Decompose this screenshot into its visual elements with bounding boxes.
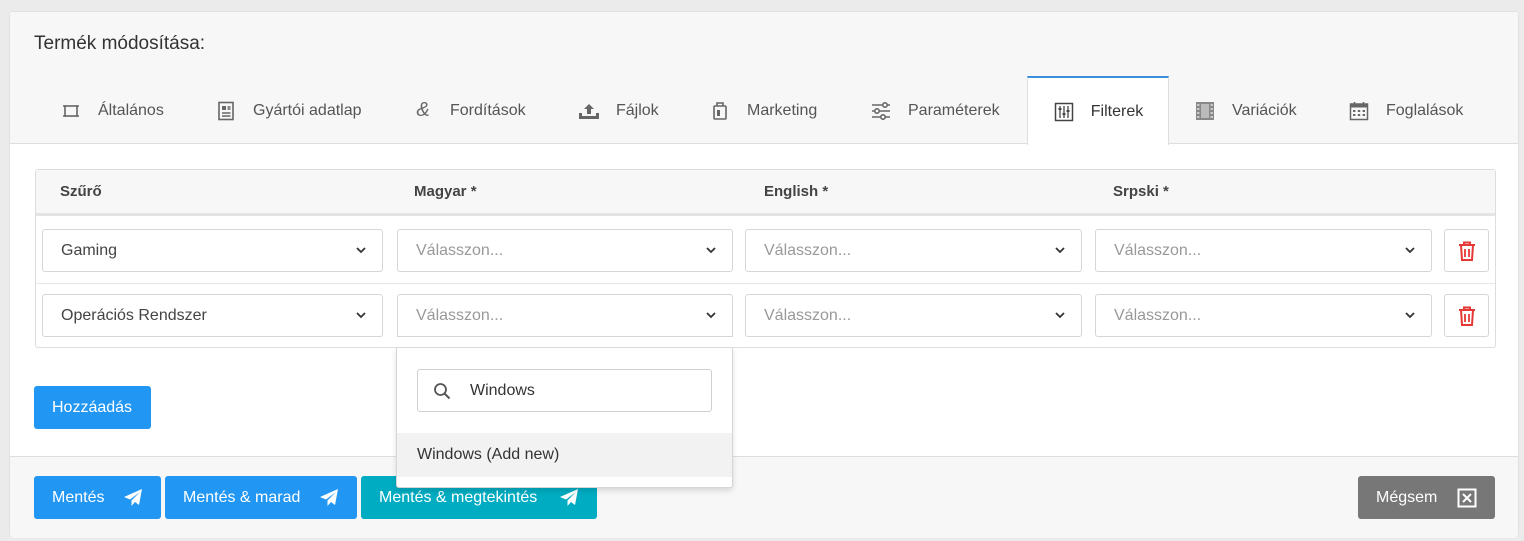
chevron-down-icon: [706, 247, 716, 254]
magyar-select-dropdown: Windows Windows (Add new): [396, 348, 733, 488]
dropdown-option-add-new[interactable]: Windows (Add new): [397, 433, 732, 477]
select-value: Operációs Rendszer: [61, 306, 207, 324]
select-value: Gaming: [61, 241, 118, 259]
search-icon: [434, 382, 451, 399]
paper-plane-icon: [320, 489, 338, 506]
tab-label: Filterek: [1090, 102, 1144, 120]
upload-icon: [578, 100, 600, 122]
column-header-english: English *: [764, 183, 829, 200]
row-divider: [36, 283, 1495, 284]
magyar-select-row-2[interactable]: Válasszon...: [397, 294, 733, 337]
cancel-button[interactable]: Mégsem: [1358, 476, 1495, 519]
delete-row-button[interactable]: [1444, 294, 1489, 337]
tab-label: Foglalások: [1386, 101, 1464, 119]
tab-fajlok[interactable]: Fájlok: [578, 76, 659, 145]
add-filter-button[interactable]: Hozzáadás: [34, 386, 151, 429]
datasheet-icon: [215, 100, 237, 122]
paper-plane-icon: [124, 489, 142, 506]
chevron-down-icon: [1055, 247, 1065, 254]
chevron-down-icon: [1405, 312, 1415, 319]
delete-row-button[interactable]: [1444, 229, 1489, 272]
select-placeholder: Válasszon...: [1114, 306, 1202, 324]
tab-filterek[interactable]: Filterek: [1027, 76, 1169, 145]
select-placeholder: Válasszon...: [1114, 241, 1202, 259]
button-label: Mentés & marad: [183, 488, 301, 506]
tab-label: Paraméterek: [908, 101, 1000, 119]
save-and-stay-button[interactable]: Mentés & marad: [165, 476, 357, 519]
select-placeholder: Válasszon...: [764, 306, 852, 324]
tab-label: Marketing: [747, 101, 818, 119]
button-label: Mentés: [52, 488, 105, 506]
bag-icon: [709, 100, 731, 122]
dropdown-search-field[interactable]: Windows: [417, 369, 712, 412]
table-header: Szűrő Magyar * English * Srpski *: [36, 170, 1495, 216]
tab-label: Fájlok: [616, 101, 659, 119]
select-placeholder: Válasszon...: [764, 241, 852, 259]
save-button[interactable]: Mentés: [34, 476, 161, 519]
film-strip-icon: [1194, 100, 1216, 122]
tab-variaciok[interactable]: Variációk: [1194, 76, 1297, 145]
srpski-select-row-1[interactable]: Válasszon...: [1095, 229, 1432, 272]
filter-select-row-2[interactable]: Operációs Rendszer: [42, 294, 383, 337]
sliders-icon: [870, 100, 892, 122]
chevron-down-icon: [1405, 247, 1415, 254]
column-header-szuro: Szűrő: [60, 183, 102, 200]
filter-select-row-1[interactable]: Gaming: [42, 229, 383, 272]
tab-label: Gyártói adatlap: [253, 101, 362, 119]
chevron-down-icon: [356, 247, 366, 254]
column-header-magyar: Magyar *: [414, 183, 477, 200]
magyar-select-row-1[interactable]: Válasszon...: [397, 229, 733, 272]
tab-altalanos[interactable]: Általános: [60, 76, 164, 145]
tab-label: Fordítások: [450, 101, 526, 119]
page-title: Termék módosítása:: [34, 33, 206, 54]
chevron-down-icon: [706, 312, 716, 319]
tab-parameterek[interactable]: Paraméterek: [870, 76, 1000, 145]
button-label: Mentés & megtekintés: [379, 488, 538, 506]
tab-label: Variációk: [1232, 101, 1297, 119]
srpski-select-row-2[interactable]: Válasszon...: [1095, 294, 1432, 337]
button-label: Mégsem: [1376, 488, 1438, 506]
trash-icon: [1458, 306, 1475, 326]
column-header-srpski: Srpski *: [1113, 183, 1169, 200]
tab-marketing[interactable]: Marketing: [709, 76, 817, 145]
select-placeholder: Válasszon...: [416, 241, 504, 259]
paper-plane-icon: [560, 489, 578, 506]
chevron-down-icon: [1055, 312, 1065, 319]
tab-forditasok[interactable]: & Fordítások: [412, 76, 526, 145]
tab-foglalasok[interactable]: Foglalások: [1348, 76, 1463, 145]
close-box-icon: [1457, 488, 1477, 508]
search-input[interactable]: Windows: [470, 382, 535, 400]
crop-frame-icon: [60, 100, 82, 122]
product-edit-card: Termék módosítása: Általános Gyártói ada…: [9, 11, 1519, 538]
tab-label: Általános: [98, 101, 164, 119]
english-select-row-1[interactable]: Válasszon...: [745, 229, 1082, 272]
trash-icon: [1458, 241, 1475, 261]
select-placeholder: Válasszon...: [416, 306, 504, 324]
card-header: Termék módosítása: Általános Gyártói ada…: [10, 12, 1518, 145]
calendar-icon: [1348, 100, 1370, 122]
filter-sliders-icon: [1053, 101, 1075, 123]
ampersand-icon: &: [416, 99, 430, 121]
filter-table: Szűrő Magyar * English * Srpski * Gaming…: [35, 169, 1496, 348]
tab-gyartoi-adatlap[interactable]: Gyártói adatlap: [215, 76, 362, 145]
chevron-down-icon: [356, 312, 366, 319]
english-select-row-2[interactable]: Válasszon...: [745, 294, 1082, 337]
